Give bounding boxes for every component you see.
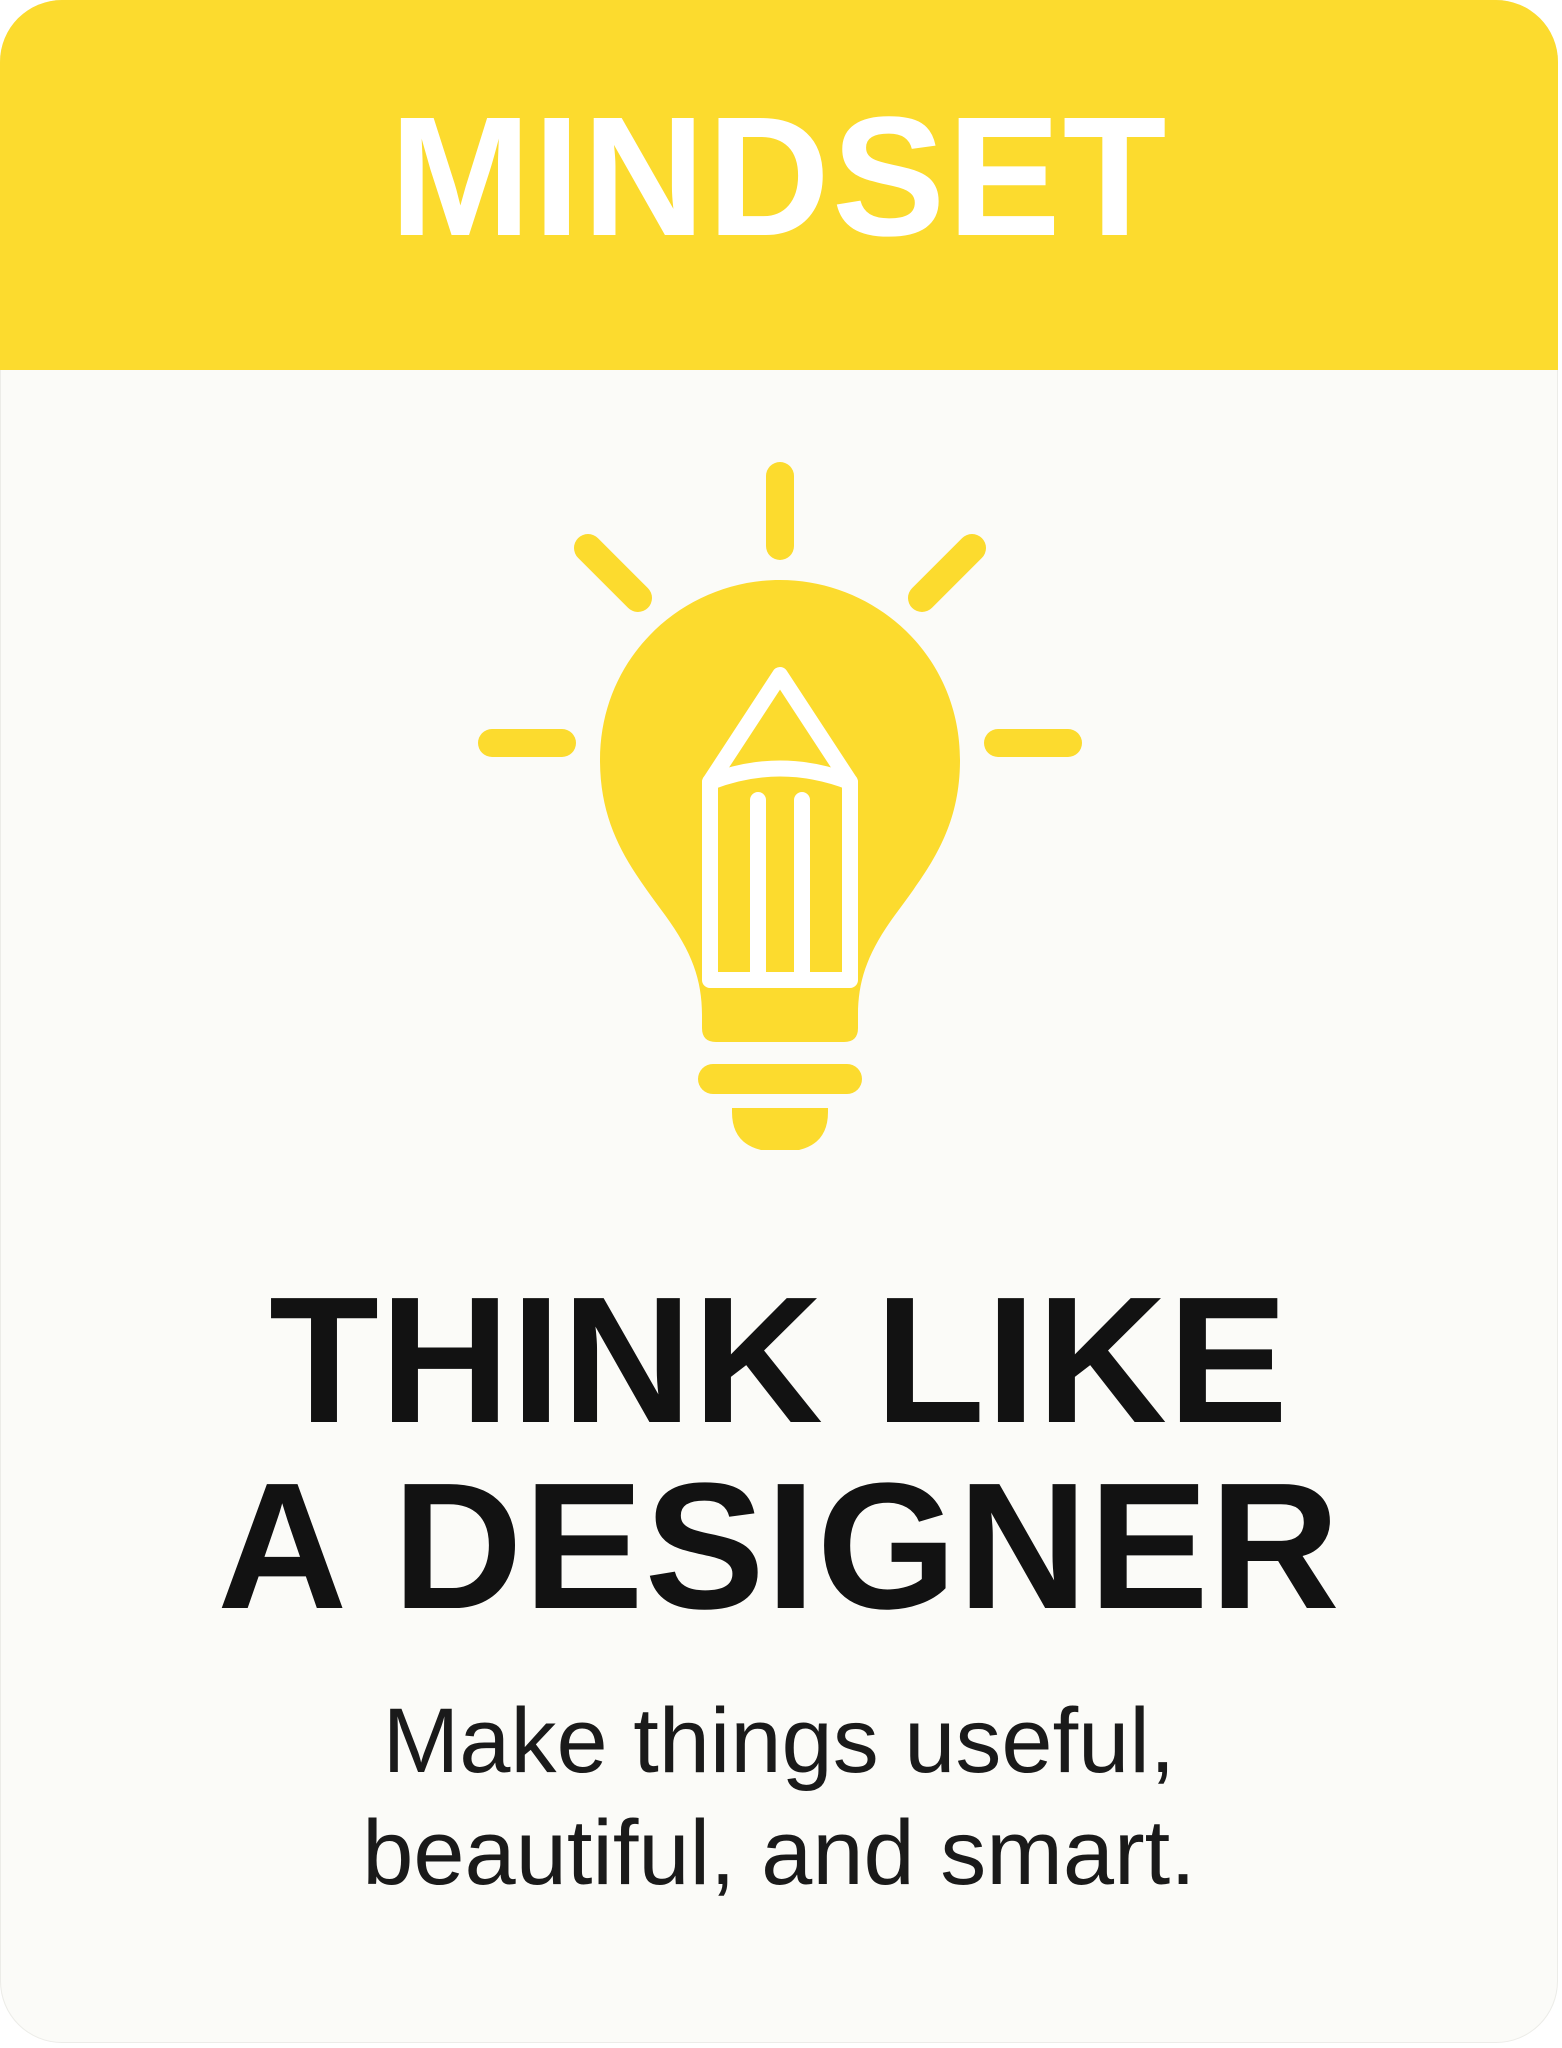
bulb-base-cap bbox=[732, 1108, 828, 1150]
headline-line-1: THINK LIKE bbox=[269, 1260, 1289, 1461]
mindset-card: MINDSET THINK LIKE A DESIGNER Make thing… bbox=[0, 0, 1558, 2043]
tagline-line-2: beautiful, and smart. bbox=[362, 1802, 1196, 1904]
ray-top-right bbox=[908, 534, 986, 612]
card-tagline: Make things useful, beautiful, and smart… bbox=[0, 1685, 1558, 1909]
card-headline: THINK LIKE A DESIGNER bbox=[0, 1268, 1558, 1640]
lightbulb-pencil-icon bbox=[478, 462, 1082, 1150]
bulb-base-ring bbox=[698, 1064, 862, 1094]
tagline-line-1: Make things useful, bbox=[382, 1690, 1176, 1792]
card-header-banner: MINDSET bbox=[0, 0, 1558, 370]
ray-top-left bbox=[574, 534, 652, 612]
card-category-title: MINDSET bbox=[389, 82, 1169, 272]
headline-line-2: A DESIGNER bbox=[217, 1446, 1341, 1647]
